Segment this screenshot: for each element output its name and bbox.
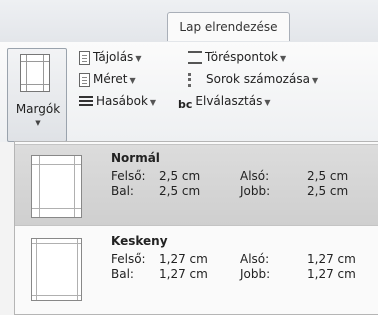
margin-option-narrow[interactable]: Keskeny Felső: 1,27 cm Alsó: 1,27 cm Bal… (15, 228, 378, 310)
left-label: Bal: (111, 267, 134, 281)
option-name: Keskeny (111, 234, 168, 248)
columns-label: Hasábok (96, 94, 148, 108)
line-numbers-label: Sorok számozása (206, 72, 310, 86)
orientation-icon (79, 50, 90, 65)
top-value: 2,5 cm (159, 169, 201, 183)
breaks-label: Töréspontok (205, 50, 278, 64)
size-icon (79, 72, 90, 87)
top-value: 1,27 cm (159, 252, 208, 266)
chevron-down-icon: ▼ (311, 76, 319, 85)
hyphenation-button[interactable]: bc Elválasztás ▼ (178, 91, 270, 111)
margins-page-icon (20, 54, 50, 92)
right-label: Jobb: (240, 184, 271, 198)
chevron-down-icon: ▼ (264, 98, 271, 107)
margin-option-normal[interactable]: Normál Felső: 2,5 cm Alsó: 2,5 cm Bal: 2… (15, 144, 378, 226)
option-name: Normál (111, 151, 160, 165)
size-label: Méret (93, 72, 128, 86)
breaks-icon (188, 51, 202, 64)
left-value: 2,5 cm (159, 184, 201, 198)
bottom-label: Alsó: (240, 169, 270, 183)
ribbon-page-setup-group: Margók ▼ Tájolás ▼ Méret ▼ Hasábok ▼ Törésp… (0, 42, 378, 142)
right-value: 1,27 cm (307, 267, 356, 281)
right-label: Jobb: (240, 267, 271, 281)
top-label: Felső: (111, 169, 146, 183)
left-value: 1,27 cm (159, 267, 208, 281)
left-label: Bal: (111, 184, 134, 198)
chevron-down-icon: ▼ (149, 98, 157, 107)
chevron-down-icon: ▼ (135, 54, 142, 63)
orientation-label: Tájolás (93, 50, 134, 64)
right-value: 2,5 cm (307, 184, 349, 198)
ribbon-tab-bar: Lap elrendezése (0, 0, 378, 43)
columns-icon (79, 96, 93, 107)
bottom-value: 1,27 cm (307, 252, 356, 266)
margins-dropdown: Normál Felső: 2,5 cm Alsó: 2,5 cm Bal: 2… (14, 141, 378, 315)
top-label: Felső: (111, 252, 146, 266)
margins-button-label: Margók (15, 102, 61, 116)
size-button[interactable]: Méret ▼ (79, 69, 136, 89)
orientation-button[interactable]: Tájolás ▼ (79, 47, 141, 67)
chevron-down-icon: ▼ (279, 54, 287, 63)
chevron-down-icon: ▼ (35, 119, 41, 127)
chevron-down-icon: ▼ (129, 76, 136, 85)
bottom-value: 2,5 cm (307, 169, 349, 183)
tab-page-layout[interactable]: Lap elrendezése (167, 12, 290, 41)
margins-button[interactable]: Margók ▼ (7, 48, 67, 142)
breaks-button[interactable]: Töréspontok ▼ (188, 47, 286, 67)
bottom-label: Alsó: (240, 252, 270, 266)
hyphenation-icon: bc (178, 97, 193, 111)
columns-button[interactable]: Hasábok ▼ (79, 91, 156, 111)
margin-preview-icon (31, 238, 82, 301)
margin-preview-icon (31, 155, 82, 218)
line-numbers-icon (188, 72, 203, 87)
line-numbers-button[interactable]: Sorok számozása ▼ (188, 69, 318, 89)
hyphenation-label: Elválasztás (195, 94, 263, 108)
